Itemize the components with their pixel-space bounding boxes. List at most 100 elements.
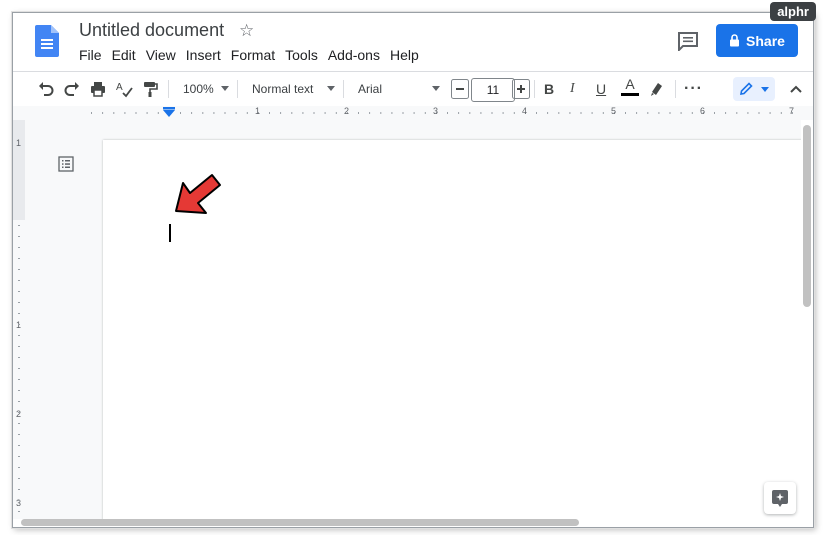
ruler-label: 7 xyxy=(789,106,795,116)
ruler-tick xyxy=(18,236,20,237)
ruler-label: 2 xyxy=(16,409,22,419)
text-color-icon: A xyxy=(625,76,635,92)
ruler-tick xyxy=(18,445,20,446)
ruler-tick xyxy=(18,500,20,501)
ruler-tick xyxy=(18,368,20,369)
document-title[interactable]: Untitled document xyxy=(79,20,224,41)
toolbar-divider xyxy=(168,80,169,98)
docs-window: Untitled document ☆ File Edit View Inser… xyxy=(12,12,814,528)
ruler-label: 4 xyxy=(522,106,528,116)
menu-insert[interactable]: Insert xyxy=(186,47,226,63)
comments-icon[interactable] xyxy=(677,31,699,51)
ruler-margin xyxy=(13,120,25,220)
italic-button[interactable]: I xyxy=(570,79,575,99)
ruler-tick xyxy=(18,401,20,402)
toolbar-divider xyxy=(237,80,238,98)
print-icon[interactable] xyxy=(89,79,107,99)
ruler-label: 1 xyxy=(16,138,22,148)
outline-icon[interactable] xyxy=(58,156,74,172)
more-icon[interactable]: ··· xyxy=(684,79,703,99)
text-color-button[interactable]: A xyxy=(621,76,639,100)
ruler-label: 2 xyxy=(344,106,350,116)
explore-button[interactable] xyxy=(764,482,796,514)
ruler-tick xyxy=(18,313,20,314)
highlight-icon[interactable] xyxy=(647,79,665,99)
toolbar: A 100% Normal text Arial 11 B I U A ··· xyxy=(13,71,813,107)
ruler-tick xyxy=(18,291,20,292)
font-size-input[interactable]: 11 xyxy=(471,78,515,102)
ruler-tick xyxy=(18,335,20,336)
ruler-tick xyxy=(18,357,20,358)
ruler-tick xyxy=(18,280,20,281)
ruler-label: 1 xyxy=(16,320,22,330)
menu-edit[interactable]: Edit xyxy=(112,47,141,63)
ruler-label: 1 xyxy=(255,106,261,116)
alphr-watermark: alphr xyxy=(770,2,816,21)
bold-button[interactable]: B xyxy=(544,79,554,99)
svg-text:A: A xyxy=(116,82,123,93)
menu-file[interactable]: File xyxy=(79,47,107,63)
ruler-label: 3 xyxy=(433,106,439,116)
ruler-tick xyxy=(18,302,20,303)
explore-icon xyxy=(772,490,788,507)
ruler-tick xyxy=(18,489,20,490)
horizontal-ruler[interactable]: 1 2 3 4 5 6 7 xyxy=(13,106,813,120)
ruler-tick xyxy=(18,511,20,512)
ruler-tick xyxy=(18,324,20,325)
redo-icon[interactable] xyxy=(63,79,81,99)
document-canvas xyxy=(25,120,811,527)
share-label: Share xyxy=(746,32,785,49)
undo-icon[interactable] xyxy=(37,79,55,99)
chevron-down-icon[interactable] xyxy=(432,86,440,91)
menu-format[interactable]: Format xyxy=(231,47,280,63)
ruler-tick xyxy=(18,412,20,413)
ruler-tick xyxy=(18,269,20,270)
paragraph-style-select[interactable]: Normal text xyxy=(252,79,313,99)
menu-addons[interactable]: Add-ons xyxy=(328,47,385,63)
chevron-down-icon xyxy=(761,87,769,92)
menu-help[interactable]: Help xyxy=(390,47,424,63)
text-color-swatch xyxy=(621,93,639,96)
editing-mode-button[interactable] xyxy=(733,77,775,101)
spellcheck-icon[interactable]: A xyxy=(115,79,133,99)
text-cursor xyxy=(169,224,171,242)
ruler-tick xyxy=(18,423,20,424)
toolbar-divider xyxy=(534,80,535,98)
vertical-ruler[interactable]: 1 1 2 3 1 xyxy=(13,120,25,527)
ruler-tick xyxy=(18,225,20,226)
toolbar-divider xyxy=(675,80,676,98)
chevron-up-icon[interactable] xyxy=(788,79,804,99)
plus-icon[interactable] xyxy=(512,79,530,99)
ruler-tick xyxy=(18,346,20,347)
ruler-label: 5 xyxy=(611,106,617,116)
lock-icon xyxy=(730,34,740,47)
ruler-tick xyxy=(18,434,20,435)
header: Untitled document ☆ File Edit View Inser… xyxy=(13,13,813,71)
star-icon[interactable]: ☆ xyxy=(239,21,254,41)
horizontal-scrollbar-thumb[interactable] xyxy=(21,519,579,526)
share-button[interactable]: Share xyxy=(716,24,798,57)
ruler-label: 6 xyxy=(700,106,706,116)
font-select[interactable]: Arial xyxy=(358,79,382,99)
ruler-tick xyxy=(18,258,20,259)
ruler-tick xyxy=(18,467,20,468)
minus-icon[interactable] xyxy=(451,79,469,99)
paint-format-icon[interactable] xyxy=(141,79,159,99)
pencil-icon xyxy=(740,82,753,95)
ruler-tick xyxy=(18,247,20,248)
ruler-tick xyxy=(18,390,20,391)
zoom-select[interactable]: 100% xyxy=(183,79,214,99)
vertical-scrollbar-thumb[interactable] xyxy=(803,125,811,307)
docs-logo-icon[interactable] xyxy=(35,25,59,57)
menu-tools[interactable]: Tools xyxy=(285,47,323,63)
ruler-tick xyxy=(18,478,20,479)
menu-view[interactable]: View xyxy=(146,47,181,63)
ruler-tick xyxy=(18,379,20,380)
chevron-down-icon[interactable] xyxy=(327,86,335,91)
menu-bar: File Edit View Insert Format Tools Add-o… xyxy=(79,47,429,63)
annotation-arrow-icon xyxy=(175,174,221,214)
chevron-down-icon[interactable] xyxy=(221,86,229,91)
toolbar-divider xyxy=(343,80,344,98)
underline-button[interactable]: U xyxy=(596,79,606,99)
ruler-tick xyxy=(18,456,20,457)
